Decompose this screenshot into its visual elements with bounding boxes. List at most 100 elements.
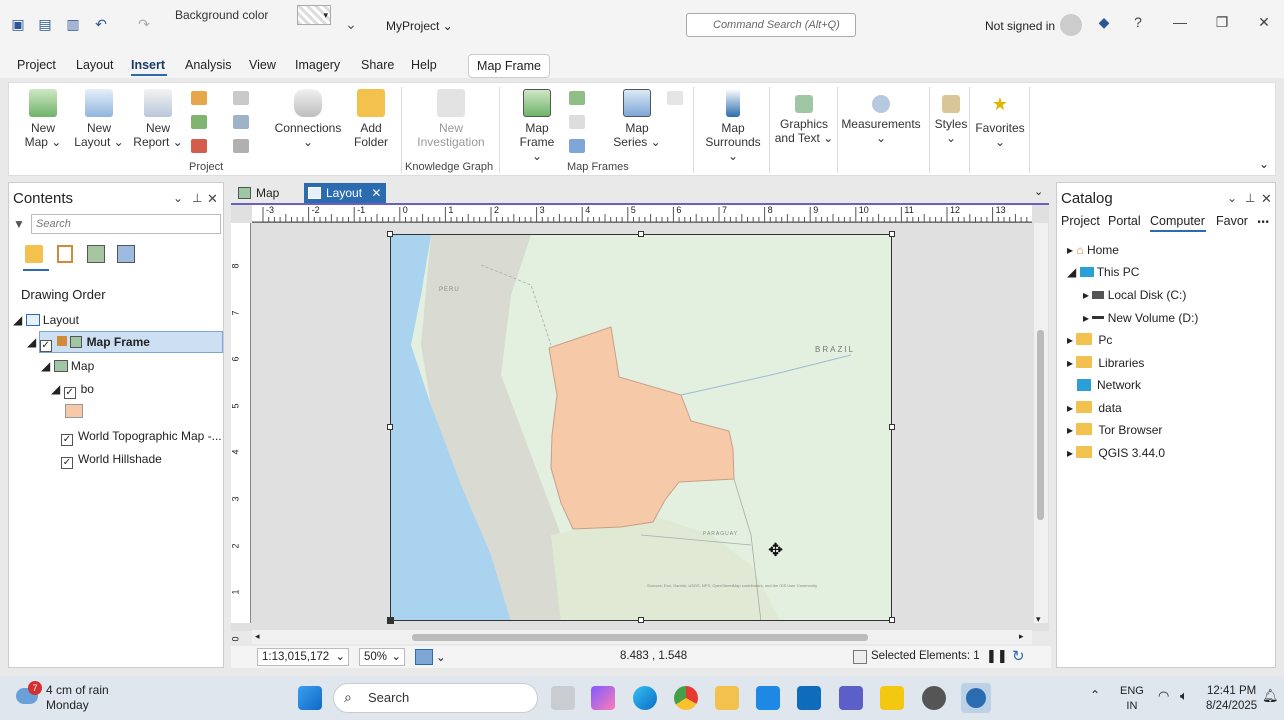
save-as-icon[interactable]: ▥ xyxy=(63,14,83,34)
table-icon[interactable] xyxy=(191,91,207,105)
close-button[interactable]: ✕ xyxy=(1254,14,1274,31)
scroll-down-icon[interactable]: ▾ xyxy=(1036,614,1041,625)
close-pane-icon[interactable]: ✕ xyxy=(1261,191,1272,207)
tab-analysis[interactable]: Analysis xyxy=(185,58,232,72)
connections-button[interactable]: Connections ⌄ xyxy=(273,89,343,149)
catalog-item-this-pc[interactable]: ◢ This PC xyxy=(1067,265,1139,279)
catalog-item-libraries[interactable]: ▸ Libraries xyxy=(1067,356,1144,370)
avatar[interactable] xyxy=(1060,14,1082,36)
start-icon[interactable] xyxy=(298,686,322,710)
contents-search-input[interactable]: Search xyxy=(31,214,221,234)
tree-item-topo[interactable]: ✓ World Topographic Map -... xyxy=(61,429,222,446)
symbol-swatch[interactable] xyxy=(65,404,83,418)
add-folder-button[interactable]: Add Folder xyxy=(349,89,393,149)
pin-icon[interactable]: ⊥ xyxy=(1245,191,1255,205)
favorites-button[interactable]: ★ Favorites ⌄ xyxy=(975,89,1025,149)
visibility-checkbox[interactable]: ✓ xyxy=(39,340,52,352)
map-surrounds-button[interactable]: Map Surrounds ⌄ xyxy=(699,89,767,163)
new-layout-button[interactable]: New Layout ⌄ xyxy=(73,89,125,149)
filter-icon[interactable]: ▼ xyxy=(13,217,25,231)
catalog-item-qgis[interactable]: ▸ QGIS 3.44.0 xyxy=(1067,446,1165,460)
notifications-icon[interactable]: ◆ xyxy=(1094,14,1114,31)
scroll-right-icon[interactable]: ▸ xyxy=(1019,631,1024,642)
file-explorer-icon[interactable] xyxy=(715,686,739,710)
close-pane-icon[interactable]: ✕ xyxy=(207,191,218,207)
toolbox-icon[interactable] xyxy=(191,115,207,129)
guides-icon[interactable] xyxy=(415,649,433,665)
tray-expand-icon[interactable]: ⌃ xyxy=(1090,688,1100,702)
selection-handle[interactable] xyxy=(387,231,393,237)
pin-icon[interactable]: ⊥ xyxy=(192,191,202,205)
selection-handle[interactable] xyxy=(387,424,393,430)
catalog-item-network[interactable]: Network xyxy=(1067,378,1141,392)
tab-insert[interactable]: Insert xyxy=(131,58,165,72)
task-icon[interactable] xyxy=(191,139,207,153)
save-icon[interactable]: ▤ xyxy=(35,14,55,34)
tree-item-layout[interactable]: ◢ Layout xyxy=(13,313,79,327)
catalog-item-pc[interactable]: ▸ Pc xyxy=(1067,333,1112,347)
tree-item-hillshade[interactable]: ✓ World Hillshade xyxy=(61,452,162,469)
new-report-button[interactable]: New Report ⌄ xyxy=(133,89,183,149)
snapping-list-icon[interactable] xyxy=(117,245,135,263)
catalog-tab-favorites[interactable]: Favor xyxy=(1216,214,1248,228)
signin-status[interactable]: Not signed in xyxy=(985,19,1055,33)
pane-menu-icon[interactable]: ⌄ xyxy=(173,191,183,205)
tab-help[interactable]: Help xyxy=(411,58,437,72)
powerbi-icon[interactable] xyxy=(880,686,904,710)
selection-handle[interactable] xyxy=(638,617,644,623)
new-investigation-button[interactable]: New Investigation xyxy=(411,89,491,149)
tab-layout[interactable]: Layout xyxy=(76,58,114,72)
tree-item-map-frame-label[interactable]: ◢ ✓ Map Frame xyxy=(27,335,150,352)
measurements-button[interactable]: Measurements ⌄ xyxy=(841,89,921,145)
undo-icon[interactable]: ↶ xyxy=(91,14,111,34)
catalog-tab-computer[interactable]: Computer xyxy=(1150,214,1205,228)
project-name[interactable]: MyProject ⌄ xyxy=(386,19,453,33)
visibility-checkbox[interactable]: ✓ xyxy=(61,434,73,446)
zoom-dropdown[interactable]: 50% ⌄ xyxy=(359,648,405,666)
selection-list-icon[interactable] xyxy=(57,245,73,263)
map-series-button[interactable]: Map Series ⌄ xyxy=(613,89,661,149)
map-frame-button[interactable]: Map Frame ⌄ xyxy=(513,89,561,163)
minimize-button[interactable]: — xyxy=(1170,14,1190,30)
clock[interactable]: 12:41 PM 8/24/2025 xyxy=(1206,684,1257,714)
catalog-item-data[interactable]: ▸ data xyxy=(1067,401,1122,415)
tab-view[interactable]: View xyxy=(249,58,276,72)
style-icon[interactable] xyxy=(233,139,249,153)
teams-icon[interactable] xyxy=(839,686,863,710)
open-project-icon[interactable]: ▣ xyxy=(8,14,28,34)
ribbon-collapse-icon[interactable]: ⌄ xyxy=(1259,157,1269,171)
customize-toolbar-icon[interactable]: ⌄ xyxy=(341,14,361,34)
help-icon[interactable]: ? xyxy=(1128,14,1148,30)
catalog-tab-portal[interactable]: Portal xyxy=(1108,214,1141,228)
catalog-item-new-volume[interactable]: ▸ New Volume (D:) xyxy=(1083,311,1198,325)
graticule-icon[interactable] xyxy=(569,139,585,153)
selection-handle[interactable] xyxy=(387,617,394,624)
selection-handle[interactable] xyxy=(638,231,644,237)
scroll-left-icon[interactable]: ◂ xyxy=(255,631,260,642)
tab-share[interactable]: Share xyxy=(361,58,394,72)
refresh-icon[interactable]: ↻ xyxy=(1012,647,1025,665)
reshape-icon[interactable] xyxy=(667,91,683,105)
restore-button[interactable]: ❐ xyxy=(1212,14,1232,31)
tab-project[interactable]: Project xyxy=(17,58,56,72)
outlook-icon[interactable] xyxy=(797,686,821,710)
weather-widget[interactable]: 4 cm of rain Monday xyxy=(46,683,109,713)
source-list-icon[interactable] xyxy=(87,245,105,263)
selection-handle[interactable] xyxy=(889,231,895,237)
graphics-text-button[interactable]: Graphics and Text ⌄ xyxy=(773,89,835,145)
volume-icon[interactable]: 🔈︎ xyxy=(1180,688,1188,704)
horizontal-scroll-thumb[interactable] xyxy=(412,634,868,641)
catalog-item-local-disk[interactable]: ▸ Local Disk (C:) xyxy=(1083,288,1186,302)
recorder-icon[interactable] xyxy=(922,686,946,710)
tree-item-map[interactable]: ◢ Map xyxy=(41,359,94,373)
wifi-icon[interactable]: ◠ xyxy=(1158,688,1169,704)
visibility-checkbox[interactable]: ✓ xyxy=(61,457,73,469)
map-frame-element[interactable]: PERU BRAZIL PARAGUAY Sources: Esri, Garm… xyxy=(390,234,892,621)
selection-handle[interactable] xyxy=(889,424,895,430)
tab-imagery[interactable]: Imagery xyxy=(295,58,340,72)
command-search-input[interactable]: Command Search (Alt+Q) xyxy=(686,13,856,37)
visibility-checkbox[interactable]: ✓ xyxy=(63,387,76,399)
taskbar-search[interactable]: Search xyxy=(333,683,538,713)
language-indicator[interactable]: ENG IN xyxy=(1120,684,1144,714)
notification-bell-icon[interactable]: 🔔︎ xyxy=(1262,688,1279,704)
